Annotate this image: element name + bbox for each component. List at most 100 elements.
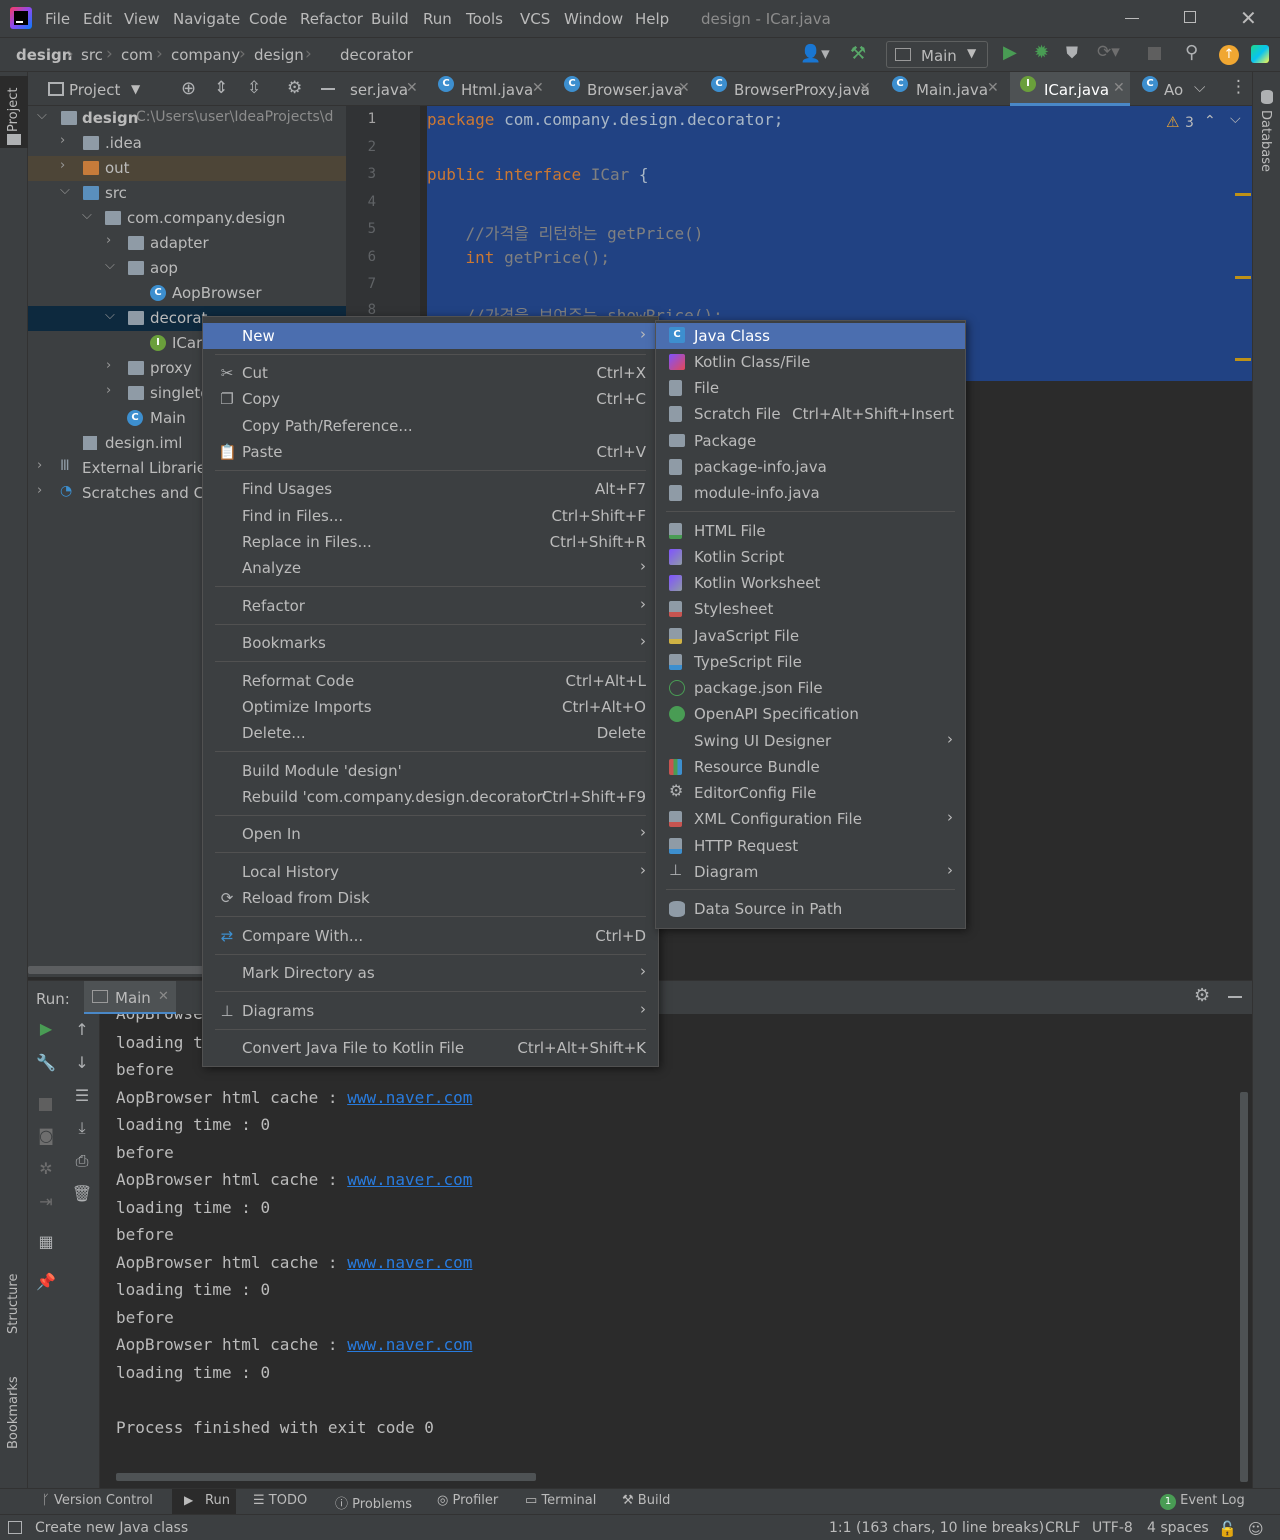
- run-config-selector[interactable]: Main ▼: [886, 41, 988, 68]
- wrench-icon[interactable]: 🔧: [28, 1053, 64, 1072]
- menu-item-mark-directory-as[interactable]: Mark Directory as ›: [203, 960, 658, 986]
- submenu-item-html-file[interactable]: HTML File: [656, 518, 965, 544]
- menu-window[interactable]: Window: [564, 10, 623, 28]
- menu-item-rebuild[interactable]: Rebuild 'com.company.design.decorator' C…: [203, 784, 658, 810]
- submenu-item-kotlin-script[interactable]: Kotlin Script: [656, 544, 965, 570]
- tab-html-java[interactable]: C Html.java ✕: [428, 72, 550, 106]
- soft-wrap-icon[interactable]: ☰: [64, 1086, 100, 1105]
- hide-icon[interactable]: [1228, 996, 1242, 998]
- toggle-tool-windows-icon[interactable]: [8, 1521, 22, 1534]
- tree-row-adapter[interactable]: › adapter: [28, 231, 346, 256]
- scroll-to-end-icon[interactable]: ⤓: [64, 1118, 100, 1138]
- menu-help[interactable]: Help: [635, 10, 669, 28]
- menu-build[interactable]: Build: [371, 10, 409, 28]
- menu-tools[interactable]: Tools: [466, 10, 503, 28]
- close-icon[interactable]: ✕: [158, 989, 169, 1004]
- pin-icon[interactable]: 📌: [28, 1272, 64, 1291]
- tab-ao[interactable]: C Ao: [1136, 72, 1186, 106]
- submenu-item-java-class[interactable]: C Java Class: [656, 323, 965, 349]
- tree-row-out[interactable]: › out: [28, 156, 346, 181]
- chevron-down-icon[interactable]: ⌵: [82, 208, 92, 223]
- submenu-item-editorconfig[interactable]: ⚙ EditorConfig File: [656, 780, 965, 806]
- chevron-right-icon[interactable]: ›: [60, 158, 65, 173]
- menu-item-open-in[interactable]: Open In ›: [203, 821, 658, 847]
- menu-refactor[interactable]: Refactor: [300, 10, 363, 28]
- chevron-down-icon[interactable]: ▼: [131, 82, 140, 96]
- stop-icon[interactable]: [1148, 47, 1161, 60]
- submenu-item-stylesheet[interactable]: Stylesheet: [656, 596, 965, 622]
- chevron-right-icon[interactable]: ›: [60, 133, 65, 148]
- chevron-right-icon[interactable]: ›: [106, 233, 111, 248]
- inspector-icon[interactable]: ☺: [1248, 1520, 1264, 1538]
- code-line-6[interactable]: int getPrice();: [427, 248, 611, 267]
- add-user-icon[interactable]: 👤▾: [800, 44, 830, 64]
- chevron-down-icon[interactable]: ⌵: [37, 108, 47, 123]
- submenu-item-scratch-file[interactable]: Scratch File Ctrl+Alt+Shift+Insert: [656, 401, 965, 427]
- menu-item-new[interactable]: New ›: [203, 323, 658, 349]
- submenu-item-http-request[interactable]: HTTP Request: [656, 833, 965, 859]
- close-icon[interactable]: ✕: [859, 80, 871, 96]
- menu-item-find-usages[interactable]: Find Usages Alt+F7: [203, 476, 658, 502]
- tab-browserproxy-java[interactable]: C BrowserProxy.java ✕: [701, 72, 875, 106]
- menu-item-replace-in-files[interactable]: Replace in Files... Ctrl+Shift+R: [203, 529, 658, 555]
- close-icon[interactable]: ✕: [532, 80, 544, 96]
- expand-all-icon[interactable]: ⇕: [214, 78, 228, 98]
- chevron-down-icon[interactable]: ⌵: [105, 308, 115, 323]
- menu-item-diagrams[interactable]: ⊥ Diagrams ›: [203, 998, 658, 1024]
- chevron-right-icon[interactable]: ›: [37, 458, 42, 473]
- bookmarks-stripe-button[interactable]: Bookmarks: [0, 1376, 28, 1477]
- horizontal-scrollbar[interactable]: [28, 966, 208, 974]
- menu-item-refactor[interactable]: Refactor ›: [203, 593, 658, 619]
- submenu-item-package[interactable]: Package: [656, 428, 965, 454]
- chevron-right-icon[interactable]: ›: [106, 383, 111, 398]
- chevron-down-icon[interactable]: ⌵: [1194, 78, 1205, 96]
- arrow-up-icon[interactable]: ↑: [64, 1020, 100, 1039]
- profile-icon[interactable]: ⟳▾: [1097, 42, 1120, 62]
- menu-item-reload-from-disk[interactable]: ⟳ Reload from Disk: [203, 885, 658, 911]
- submenu-item-diagram[interactable]: ⊥ Diagram ›: [656, 859, 965, 885]
- breadcrumb-decorator[interactable]: decorator: [340, 46, 413, 64]
- toolbox-icon[interactable]: [1251, 45, 1269, 63]
- arrow-down-icon[interactable]: ↓: [64, 1053, 100, 1072]
- tab-ser-java[interactable]: ser.java ✕: [346, 72, 422, 106]
- indent-setting[interactable]: 4 spaces: [1147, 1520, 1209, 1536]
- menu-item-analyze[interactable]: Analyze ›: [203, 555, 658, 581]
- more-icon[interactable]: ⋮: [1230, 77, 1247, 97]
- exit-icon[interactable]: ⇥: [28, 1192, 64, 1211]
- database-stripe-button[interactable]: Database: [1253, 82, 1280, 172]
- close-icon[interactable]: ✕: [987, 80, 999, 96]
- inspection-widget[interactable]: ⚠ 3 ⌃ ⌵: [1163, 111, 1248, 136]
- submenu-item-openapi[interactable]: OpenAPI Specification: [656, 701, 965, 727]
- tab-browser-java[interactable]: C Browser.java ✕: [554, 72, 694, 106]
- menu-vcs[interactable]: VCS: [520, 10, 550, 28]
- hide-icon[interactable]: [321, 88, 335, 90]
- submenu-item-package-info[interactable]: package-info.java: [656, 454, 965, 480]
- camera-icon[interactable]: ◙: [28, 1126, 64, 1145]
- run-icon[interactable]: ▶: [1003, 42, 1017, 63]
- todo-button[interactable]: ☰ TODO: [253, 1493, 307, 1508]
- trash-icon[interactable]: 🗑: [64, 1184, 100, 1203]
- close-icon[interactable]: ✕: [1113, 80, 1125, 96]
- coverage-icon[interactable]: ⛊: [1066, 43, 1078, 63]
- submenu-item-javascript-file[interactable]: JavaScript File: [656, 623, 965, 649]
- tab-icar-java[interactable]: I ICar.java ✕: [1010, 72, 1130, 106]
- terminal-button[interactable]: ▭ Terminal: [525, 1493, 596, 1508]
- menu-navigate[interactable]: Navigate: [173, 10, 240, 28]
- menu-item-paste[interactable]: 📋 Paste Ctrl+V: [203, 439, 658, 465]
- console-hyperlink[interactable]: www.naver.com: [347, 1088, 472, 1107]
- tab-main-java[interactable]: C Main.java ✕: [882, 72, 1002, 106]
- console-hyperlink[interactable]: www.naver.com: [347, 1253, 472, 1272]
- menu-item-convert-to-kotlin[interactable]: Convert Java File to Kotlin File Ctrl+Al…: [203, 1035, 658, 1061]
- console-hyperlink[interactable]: www.naver.com: [347, 1335, 472, 1354]
- horizontal-scrollbar[interactable]: [116, 1473, 536, 1481]
- profiler-button[interactable]: ◎ Profiler: [437, 1493, 498, 1508]
- submenu-item-swing-ui-designer[interactable]: Swing UI Designer ›: [656, 728, 965, 754]
- chevron-right-icon[interactable]: ›: [106, 358, 111, 373]
- submenu-item-typescript-file[interactable]: TypeScript File: [656, 649, 965, 675]
- locate-icon[interactable]: ⊕: [181, 78, 196, 99]
- code-line-3[interactable]: public interface ICar {: [427, 165, 649, 184]
- breadcrumb-design[interactable]: design: [16, 46, 72, 64]
- project-stripe-button[interactable]: Project: [0, 76, 28, 148]
- tree-row-aopbrowser[interactable]: C AopBrowser: [28, 281, 346, 306]
- tree-row-idea[interactable]: › .idea: [28, 131, 346, 156]
